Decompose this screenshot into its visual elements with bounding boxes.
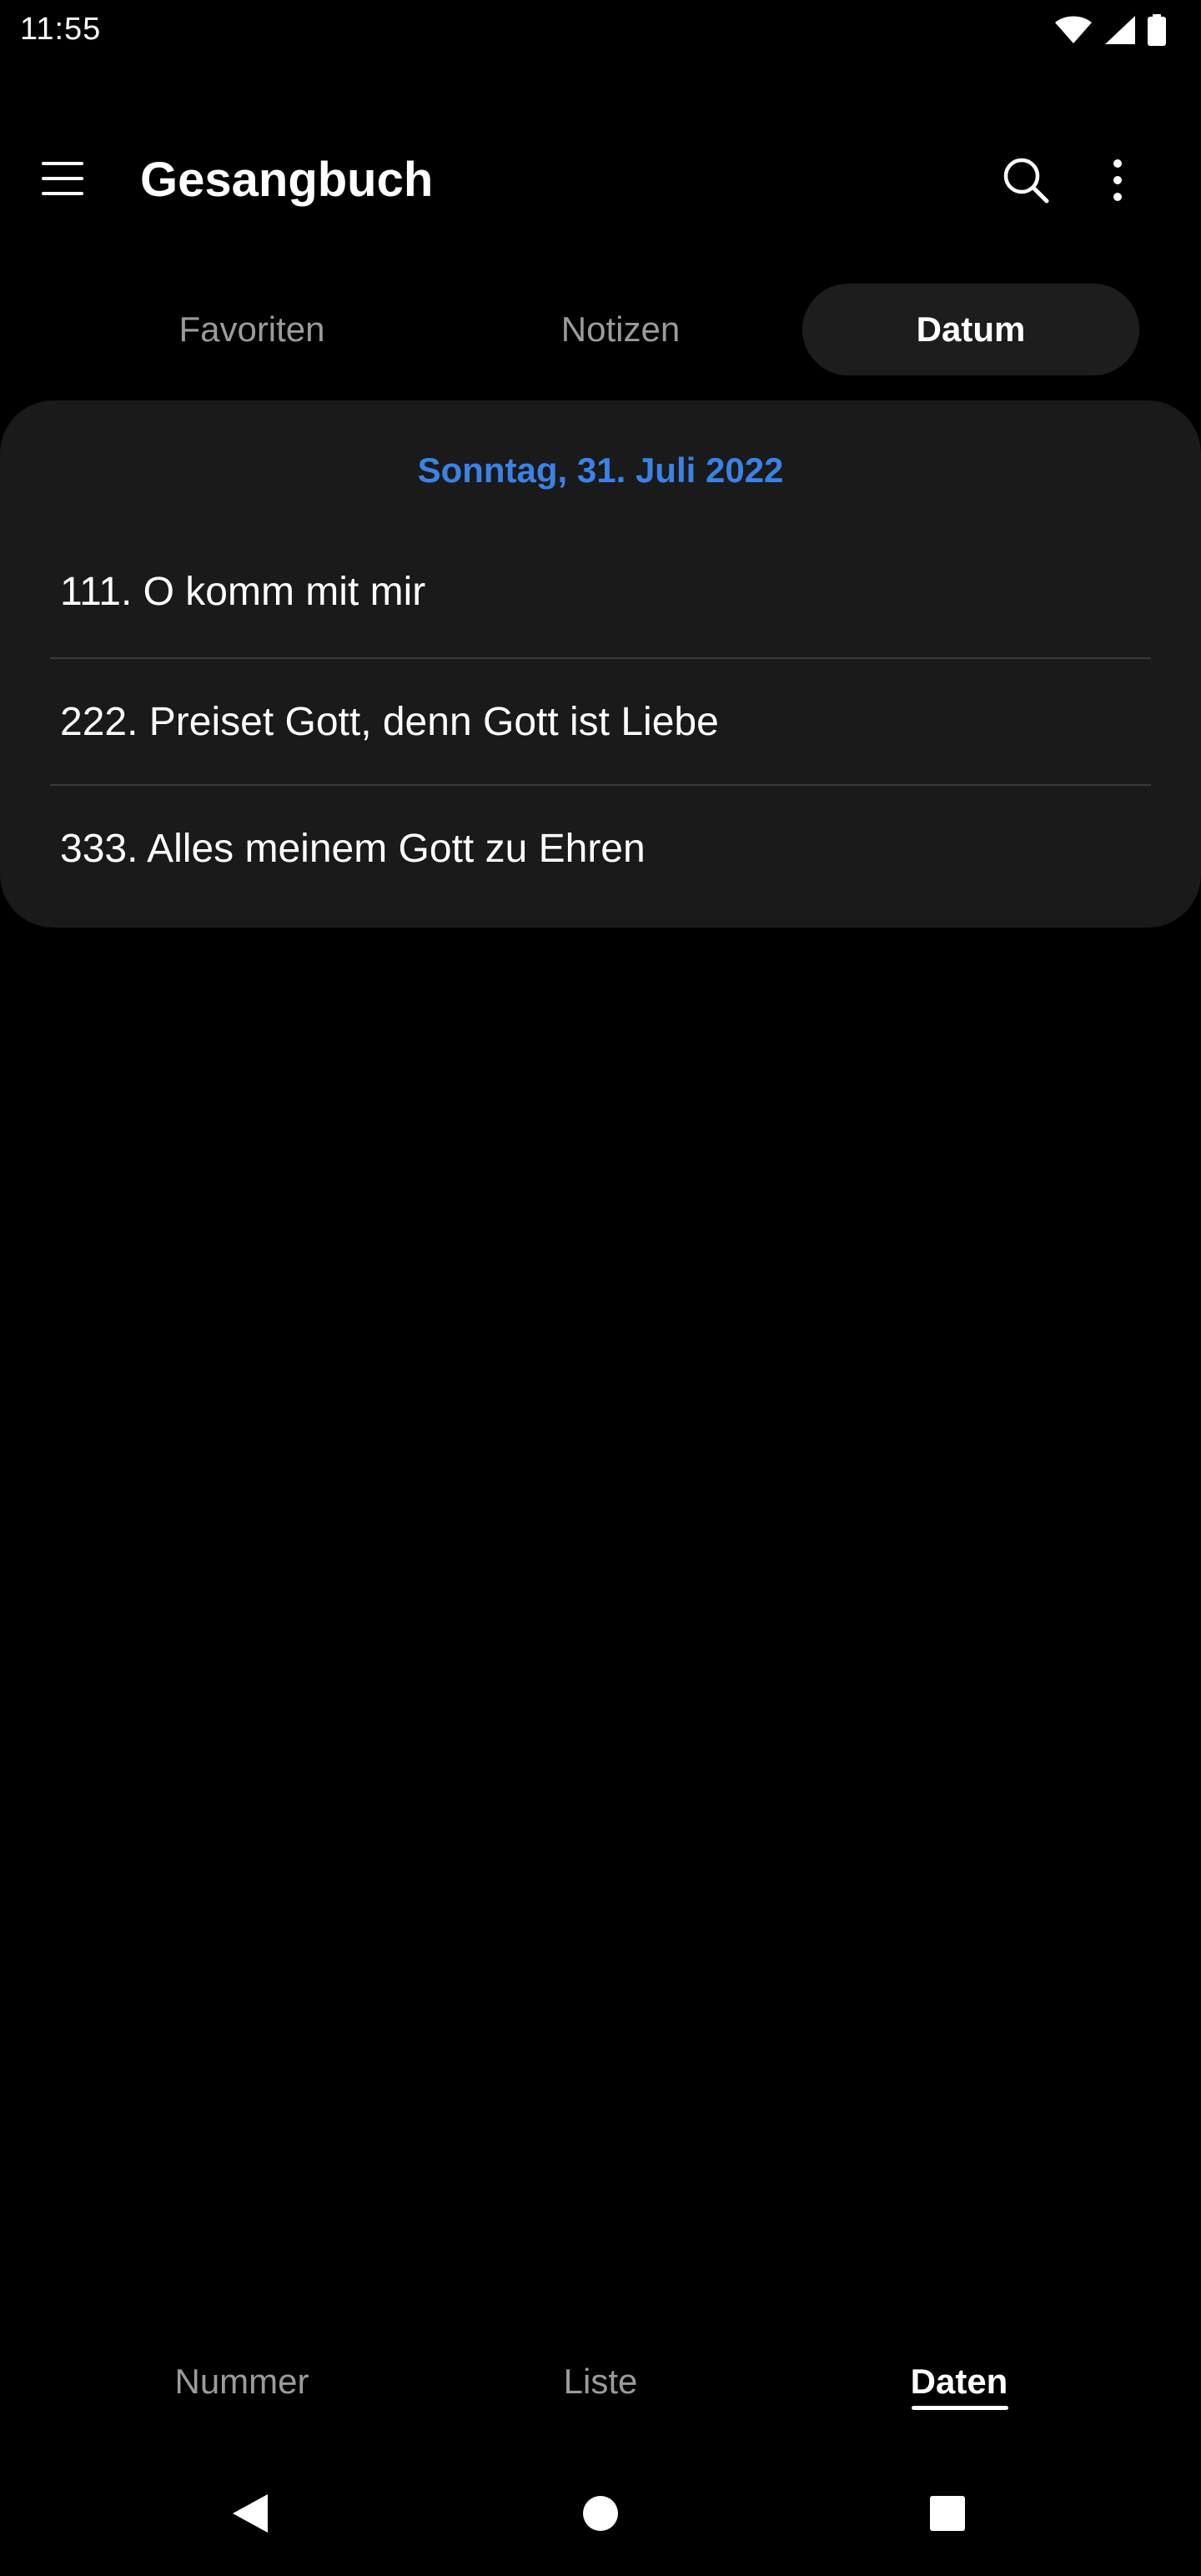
more-vert-icon xyxy=(1112,158,1123,207)
menu-icon xyxy=(42,160,85,201)
status-bar: 11:55 xyxy=(0,0,1201,60)
home-button[interactable] xyxy=(567,2486,634,2544)
page-title: Gesangbuch xyxy=(140,153,434,207)
tab-bar: Favoriten Notizen Datum xyxy=(0,284,1201,375)
more-options-button[interactable] xyxy=(1084,150,1151,214)
nav-item-daten[interactable]: Daten xyxy=(834,2336,1084,2428)
search-button[interactable] xyxy=(992,150,1059,214)
search-icon xyxy=(1002,156,1050,209)
system-nav-bar xyxy=(0,2469,1201,2561)
back-icon xyxy=(231,2493,269,2538)
recents-icon xyxy=(929,2495,966,2536)
tab-favoriten[interactable]: Favoriten xyxy=(68,284,435,375)
tab-datum[interactable]: Datum xyxy=(802,284,1139,375)
nav-item-liste[interactable]: Liste xyxy=(475,2336,726,2428)
list-item[interactable]: 111. O komm mit mir xyxy=(50,546,1151,657)
recents-button[interactable] xyxy=(914,2486,981,2544)
bottom-nav: Nummer Liste Daten xyxy=(0,2336,1201,2428)
wifi-icon xyxy=(1054,16,1093,44)
status-time: 11:55 xyxy=(20,12,102,47)
date-card: Sonntag, 31. Juli 2022 111. O komm mit m… xyxy=(0,400,1201,928)
date-header: Sonntag, 31. Juli 2022 xyxy=(417,450,784,490)
list-item[interactable]: 222. Preiset Gott, denn Gott ist Liebe xyxy=(50,657,1151,784)
status-icons xyxy=(1054,13,1166,47)
menu-button[interactable] xyxy=(42,148,117,212)
signal-icon xyxy=(1104,15,1136,45)
nav-item-nummer[interactable]: Nummer xyxy=(117,2336,367,2428)
hymn-list: 111. O komm mit mir 222. Preiset Gott, d… xyxy=(50,546,1151,911)
battery-icon xyxy=(1148,14,1166,46)
home-icon xyxy=(581,2494,620,2537)
list-item[interactable]: 333. Alles meinem Gott zu Ehren xyxy=(50,784,1151,911)
tab-notizen[interactable]: Notizen xyxy=(437,284,804,375)
selected-indicator xyxy=(912,2406,1008,2410)
back-button[interactable] xyxy=(217,2486,284,2544)
app-bar: Gesangbuch xyxy=(0,125,1201,234)
